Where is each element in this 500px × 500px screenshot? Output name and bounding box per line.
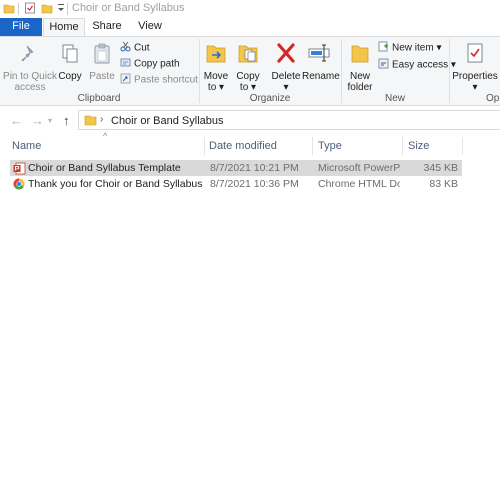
folder-icon xyxy=(3,2,15,17)
file-size: 345 KB xyxy=(423,162,458,174)
file-row[interactable]: Choir or Band Syllabus Template 8/7/2021… xyxy=(10,160,462,176)
recent-locations-chevron-icon[interactable]: ▾ xyxy=(48,116,52,125)
paste-shortcut-icon xyxy=(120,73,131,87)
rename-button[interactable]: Rename xyxy=(302,41,340,82)
file-type: Chrome HTML Do... xyxy=(318,178,400,190)
breadcrumb-chevron-icon[interactable]: › xyxy=(100,114,103,125)
up-arrow-icon[interactable]: ↑ xyxy=(63,113,70,128)
ribbon-tabs: File Home Share View xyxy=(0,18,500,36)
new-folder-label: New xyxy=(349,71,370,82)
column-header-date[interactable]: Date modified xyxy=(209,136,309,156)
title-bar: Choir or Band Syllabus xyxy=(0,0,500,18)
cut-button[interactable]: Cut xyxy=(120,41,150,55)
copy-to-folder-icon xyxy=(234,41,262,68)
pin-icon xyxy=(2,43,58,68)
column-header-name[interactable]: Name xyxy=(12,136,202,156)
clipboard-group-label: Clipboard xyxy=(77,93,121,104)
copy-path-label: Copy path xyxy=(134,58,180,70)
address-row: ← → ▾ ↑ › Choir or Band Syllabus xyxy=(0,108,500,132)
forward-arrow-icon[interactable]: → xyxy=(31,113,44,128)
paste-button[interactable]: Paste xyxy=(89,43,115,82)
pin-to-quick-access-button[interactable]: Pin to Quick access xyxy=(2,43,58,93)
tab-home[interactable]: Home xyxy=(43,18,85,36)
file-name: Thank you for Choir or Band Syllabus xyxy=(28,178,203,190)
ribbon-divider xyxy=(449,39,450,103)
rename-label: Rename xyxy=(302,71,340,82)
easy-access-icon xyxy=(378,58,389,72)
paste-shortcut-label: Paste shortcut xyxy=(134,74,198,86)
new-folder-icon[interactable] xyxy=(41,2,53,17)
copy-label: Copy xyxy=(58,71,82,82)
file-list-empty-area[interactable] xyxy=(0,196,500,500)
move-to-label-2: to xyxy=(207,82,217,93)
tab-file[interactable]: File xyxy=(0,18,42,36)
file-name: Choir or Band Syllabus Template xyxy=(28,162,181,174)
copy-button[interactable]: Copy xyxy=(57,43,83,82)
new-item-label: New item xyxy=(392,42,434,54)
properties-button[interactable]: Properties ▾ xyxy=(452,41,498,93)
copy-path-button[interactable]: Copy path xyxy=(120,57,180,71)
properties-label: Properties xyxy=(452,71,498,82)
organize-group-label: Organize xyxy=(249,93,291,104)
breadcrumb[interactable]: Choir or Band Syllabus xyxy=(111,115,224,127)
new-group-label: New xyxy=(384,93,405,104)
file-size: 83 KB xyxy=(429,178,458,190)
easy-access-label: Easy access xyxy=(392,59,449,71)
file-date: 8/7/2021 10:36 PM xyxy=(210,178,299,190)
open-group-label: Op xyxy=(486,93,500,104)
copy-to-label-2: to xyxy=(239,82,249,93)
delete-label: Delete xyxy=(271,71,301,82)
file-type: Microsoft PowerP... xyxy=(318,162,400,174)
folder-icon xyxy=(84,113,97,130)
paste-shortcut-button[interactable]: Paste shortcut xyxy=(120,73,198,87)
scissors-icon xyxy=(120,41,131,55)
chrome-html-file-icon xyxy=(13,178,25,195)
copy-icon xyxy=(57,43,83,68)
copy-to-label: Copy xyxy=(236,71,260,82)
move-to-label: Move xyxy=(203,71,229,82)
easy-access-button[interactable]: Easy access ▾ xyxy=(378,58,456,72)
file-row[interactable]: Thank you for Choir or Band Syllabus 8/7… xyxy=(10,176,462,192)
column-header-type[interactable]: Type xyxy=(318,136,400,156)
move-to-folder-icon xyxy=(202,41,230,68)
copy-to-button[interactable]: Copy to ▾ xyxy=(234,41,262,93)
back-arrow-icon[interactable]: ← xyxy=(10,113,23,128)
paste-clipboard-icon xyxy=(89,43,115,68)
new-item-icon xyxy=(378,41,389,55)
copy-path-icon xyxy=(120,57,131,71)
rename-icon xyxy=(302,41,336,68)
address-bar[interactable]: › Choir or Band Syllabus xyxy=(78,110,500,130)
delete-x-icon xyxy=(270,41,302,68)
new-item-button[interactable]: New item ▾ xyxy=(378,41,442,55)
tab-share[interactable]: Share xyxy=(86,18,128,36)
properties-check-icon[interactable] xyxy=(24,2,36,17)
column-header-size[interactable]: Size xyxy=(408,136,458,156)
file-explorer-window: Choir or Band Syllabus File Home Share V… xyxy=(0,0,500,500)
paste-label: Paste xyxy=(89,71,115,82)
new-folder-button[interactable]: New folder xyxy=(344,41,376,93)
file-date: 8/7/2021 10:21 PM xyxy=(210,162,299,174)
pin-label-line1: Pin to Quick xyxy=(3,71,57,82)
ribbon-home: Pin to Quick access Copy Paste Cut Copy … xyxy=(0,36,500,106)
move-to-button[interactable]: Move to ▾ xyxy=(202,41,230,93)
pin-label-line2: access xyxy=(14,82,46,93)
delete-button[interactable]: Delete ▾ xyxy=(270,41,302,93)
properties-icon xyxy=(452,41,498,68)
tab-view[interactable]: View xyxy=(129,18,171,36)
customize-dropdown-icon[interactable] xyxy=(57,3,65,16)
new-folder-label-2: folder xyxy=(347,82,373,93)
window-title: Choir or Band Syllabus xyxy=(72,2,185,14)
cut-label: Cut xyxy=(134,42,150,54)
new-folder-icon xyxy=(344,41,376,68)
